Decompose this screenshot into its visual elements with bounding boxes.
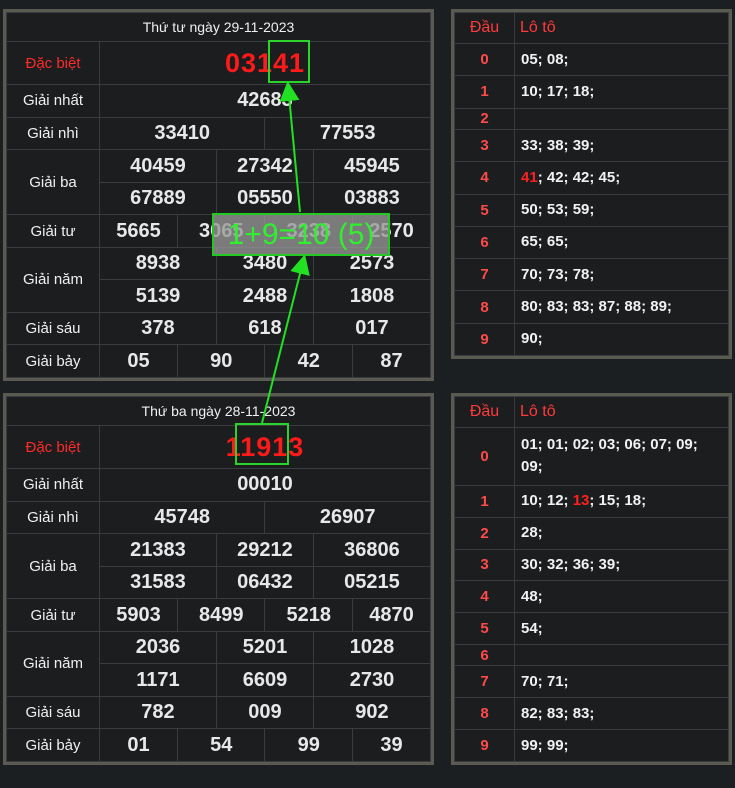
arrow-down-to-draw2	[261, 254, 310, 424]
arrow-up-to-draw1	[279, 81, 301, 213]
sum-annotation: 1+9=10 (5)	[212, 213, 390, 256]
arrow-overlay	[261, 81, 310, 424]
